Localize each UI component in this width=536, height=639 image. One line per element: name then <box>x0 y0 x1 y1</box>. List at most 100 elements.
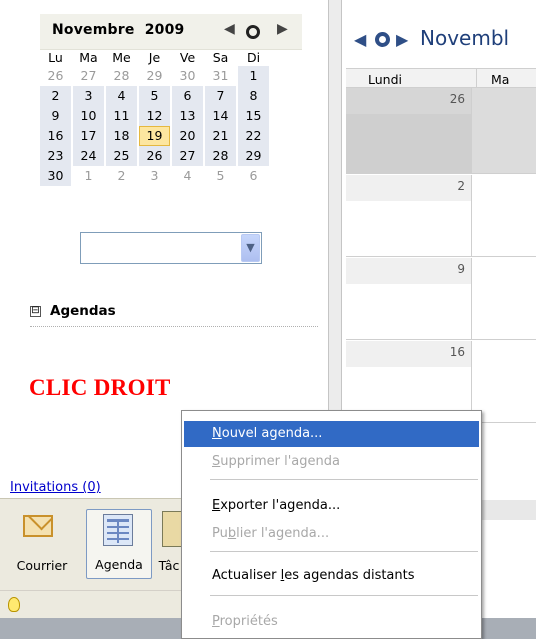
menu-item-label: ropriétés <box>219 614 278 629</box>
mini-day-cell[interactable]: 10 <box>73 106 104 126</box>
mini-week-row: 30 1 2 3 4 5 6 <box>40 166 302 186</box>
mini-week-row: 2345678 <box>40 86 302 106</box>
mini-day-cell[interactable]: 12 <box>139 106 170 126</box>
mini-day-cell[interactable]: 3 <box>73 86 104 106</box>
mini-day-cell[interactable]: 14 <box>205 106 236 126</box>
mini-day-cell[interactable]: 6 <box>238 166 269 186</box>
today-circle-icon[interactable] <box>246 25 260 39</box>
context-menu-item: Propriétés <box>184 609 479 635</box>
mini-day-cell[interactable]: 11 <box>106 106 137 126</box>
context-menu-item[interactable]: Nouvel agenda... <box>184 421 479 447</box>
column-divider <box>476 69 477 89</box>
mini-day-cell[interactable]: 1 <box>238 66 269 86</box>
day-cell[interactable]: 2 <box>346 175 472 256</box>
mini-day-cell[interactable]: 26 <box>40 66 71 86</box>
mini-day-cell[interactable]: 29 <box>139 66 170 86</box>
day-number: 16 <box>449 345 465 359</box>
mini-day-cell[interactable]: 2 <box>40 86 71 106</box>
mini-day-cell[interactable]: 6 <box>172 86 203 106</box>
menu-separator <box>210 595 478 596</box>
mini-day-cell[interactable]: 20 <box>172 126 203 146</box>
invitations-link[interactable]: Invitations (0) <box>10 480 101 495</box>
mini-day-cell[interactable]: 17 <box>73 126 104 146</box>
week-row[interactable]: 26 <box>346 88 536 174</box>
column-mardi: Ma <box>491 72 510 87</box>
collapse-icon[interactable]: ⊟ <box>30 305 41 317</box>
week-row[interactable]: 2 <box>346 175 536 257</box>
mini-day-cell[interactable]: 8 <box>238 86 269 106</box>
mini-day-cell[interactable]: 23 <box>40 146 71 166</box>
agendas-section-header[interactable]: ⊟ Agendas <box>30 303 116 319</box>
week-row[interactable]: 9 <box>346 258 536 340</box>
mini-day-cell[interactable]: 5 <box>205 166 236 186</box>
mini-week-row: 16 17 18 19 20 21 22 <box>40 126 302 146</box>
mini-calendar-month[interactable]: Novembre <box>52 22 135 38</box>
mini-day-cell[interactable]: 27 <box>172 146 203 166</box>
mini-day-cell[interactable]: 18 <box>106 126 137 146</box>
context-menu-item[interactable]: Exporter l'agenda... <box>184 493 479 519</box>
mini-day-cell[interactable]: 28 <box>106 66 137 86</box>
weekday-header: Lu <box>48 50 63 65</box>
mini-day-cell[interactable]: 28 <box>205 146 236 166</box>
switch-agenda-button[interactable]: Agenda <box>86 509 152 579</box>
menu-item-label: ouvel agenda... <box>221 426 323 441</box>
next-arrow-icon[interactable]: ▶ <box>396 30 408 49</box>
mini-day-cell[interactable]: 30 <box>40 166 71 186</box>
mini-day-cell[interactable]: 2 <box>106 166 137 186</box>
weekday-header-row: Lu Ma Me Je Ve Sa Di <box>40 50 302 66</box>
mini-day-cell[interactable]: 15 <box>238 106 269 126</box>
mini-day-cell[interactable]: 25 <box>106 146 137 166</box>
mini-day-cell[interactable]: 4 <box>106 86 137 106</box>
mini-day-cell[interactable]: 21 <box>205 126 236 146</box>
mini-day-cell[interactable]: 19 <box>139 126 170 146</box>
menu-item-label: upprimer l'agenda <box>220 454 340 469</box>
menu-item-label: es agendas distants <box>284 568 415 583</box>
day-number: 9 <box>457 262 465 276</box>
mini-day-cell[interactable]: 22 <box>238 126 269 146</box>
calendar-select-dropdown[interactable]: ▼ <box>80 232 262 264</box>
lightning-calendar-window: Novembre 2009 ◀ ▶ Lu Ma Me Je Ve Sa Di 26 27 28 2… <box>0 0 536 639</box>
mini-day-cell[interactable]: 29 <box>238 146 269 166</box>
switch-agenda-label: Agenda <box>95 557 143 572</box>
context-menu-item[interactable]: Actualiser les agendas distants <box>184 563 479 589</box>
day-number: 2 <box>457 179 465 193</box>
mini-day-cell[interactable]: 13 <box>172 106 203 126</box>
prev-month-icon[interactable]: ◀ <box>224 21 235 37</box>
mini-week-row: 9 10 11 12 13 14 15 <box>40 106 302 126</box>
menu-item-prefix: Actualiser <box>212 568 281 583</box>
day-number: 26 <box>449 92 465 106</box>
chevron-down-icon[interactable]: ▼ <box>241 234 260 262</box>
next-month-icon[interactable]: ▶ <box>277 21 288 37</box>
today-circle-icon[interactable] <box>375 32 390 47</box>
mini-day-cell[interactable]: 1 <box>73 166 104 186</box>
mini-day-cell[interactable]: 9 <box>40 106 71 126</box>
mini-day-cell[interactable]: 5 <box>139 86 170 106</box>
mini-day-cell[interactable]: 26 <box>139 146 170 166</box>
mini-day-cell[interactable]: 4 <box>172 166 203 186</box>
menu-item-accelerator: b <box>227 526 237 541</box>
mini-calendar: Novembre 2009 ◀ ▶ Lu Ma Me Je Ve Sa Di 26 27 28 2… <box>40 14 302 186</box>
mini-day-cell[interactable]: 27 <box>73 66 104 86</box>
menu-item-accelerator: P <box>212 614 220 629</box>
mini-day-cell[interactable]: 16 <box>40 126 71 146</box>
mini-calendar-year[interactable]: 2009 <box>145 22 185 38</box>
mini-day-cell[interactable]: 30 <box>172 66 203 86</box>
day-cell[interactable]: 26 <box>346 88 472 174</box>
month-view-title: Novembl <box>420 26 510 50</box>
weekday-header: Di <box>246 50 261 65</box>
mini-week-row: 26 27 28 29 30 31 1 <box>40 66 302 86</box>
weekday-header: Ve <box>179 50 196 65</box>
switch-courrier-button[interactable]: Courrier <box>3 509 81 579</box>
prev-arrow-icon[interactable]: ◀ <box>354 30 366 49</box>
mini-day-cell[interactable]: 31 <box>205 66 236 86</box>
mini-day-cell[interactable]: 7 <box>205 86 236 106</box>
mini-day-cell[interactable]: 24 <box>73 146 104 166</box>
mini-day-cell[interactable]: 3 <box>139 166 170 186</box>
day-cell[interactable]: 9 <box>346 258 472 339</box>
weekday-header: Me <box>112 50 131 65</box>
section-divider <box>30 326 318 327</box>
weekday-header: Sa <box>212 50 229 65</box>
mini-calendar-title[interactable]: Novembre 2009 <box>52 22 185 38</box>
menu-item-accelerator: E <box>212 498 221 513</box>
month-view-header: ◀ ▶ Novembl <box>342 0 536 68</box>
